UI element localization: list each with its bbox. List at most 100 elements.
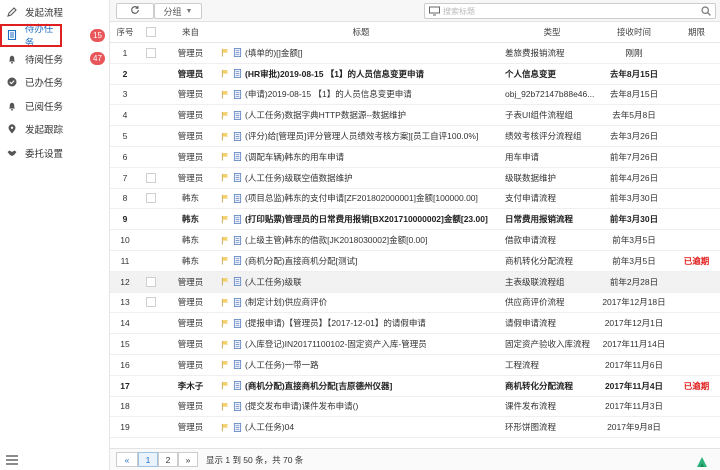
search-input[interactable] xyxy=(443,5,693,17)
row-title[interactable]: (填单的)[]金额[] xyxy=(243,47,503,59)
row-checkbox[interactable] xyxy=(146,422,156,433)
table-row[interactable]: 9 韩东 (打印贴票)管理员的日常费用报销[BX201710000002]金额[23… xyxy=(110,209,720,231)
row-checkbox[interactable] xyxy=(146,214,156,225)
flag-icon[interactable] xyxy=(219,402,231,411)
row-title[interactable]: (人工任务)级联 xyxy=(243,276,503,288)
row-select[interactable] xyxy=(140,131,162,142)
row-checkbox[interactable] xyxy=(146,68,156,79)
table-row[interactable]: 5 管理员 (评分)给[管理员]评分管理人员绩效考核方案][员工自评100.0%] 绩… xyxy=(110,126,720,147)
row-title[interactable]: (打印贴票)管理员的日常费用报销[BX201710000002]金额[23.00… xyxy=(243,213,503,225)
table-row[interactable]: 7 管理员 (人工任务)级联空值数据维护 级联数据维护 前年4月26日 xyxy=(110,168,720,189)
row-checkbox[interactable] xyxy=(146,297,156,308)
row-title[interactable]: (项目总监)韩东的支付申请[ZF201802000001]金额[100000.0… xyxy=(243,192,503,204)
row-title[interactable]: (上级主管)韩东的借款[JK2018030002]金额[0.00] xyxy=(243,234,503,246)
flag-icon[interactable] xyxy=(219,69,231,78)
select-all-checkbox[interactable] xyxy=(146,27,156,37)
row-checkbox[interactable] xyxy=(146,401,156,412)
row-select[interactable] xyxy=(140,193,162,204)
table-row[interactable]: 18 管理员 (提交发布申请)课件发布申请() 课件发布流程 2017年11月3日 xyxy=(110,397,720,418)
flag-icon[interactable] xyxy=(219,236,231,245)
row-title[interactable]: (人工任务)数据字典HTTP数据源--数据维护 xyxy=(243,109,503,121)
row-checkbox[interactable] xyxy=(146,318,156,329)
row-checkbox[interactable] xyxy=(146,47,156,58)
row-select[interactable] xyxy=(140,89,162,100)
row-select[interactable] xyxy=(140,401,162,412)
flag-icon[interactable] xyxy=(219,360,231,369)
table-row[interactable]: 15 管理员 (入库登记)IN20171100102-固定资产入库-管理员 固定资产验… xyxy=(110,334,720,355)
pager-page-2[interactable]: 2 xyxy=(158,452,178,467)
sidebar-item-1[interactable]: 待办任务 xyxy=(0,23,62,49)
row-select[interactable] xyxy=(140,68,162,79)
sidebar-item-4[interactable]: 已阅任务 xyxy=(0,94,109,118)
row-title[interactable]: (制定计划)供应商评价 xyxy=(243,296,503,308)
table-row[interactable]: 3 管理员 (申请)2019-08-15 【1】的人员信息变更申请 obj_92b72… xyxy=(110,85,720,106)
table-row[interactable]: 1 管理员 (填单的)[]金额[] 差旅费报销流程 刚刚 xyxy=(110,43,720,64)
row-select[interactable] xyxy=(140,380,162,391)
row-select[interactable] xyxy=(140,110,162,121)
flag-icon[interactable] xyxy=(219,111,231,120)
row-select[interactable] xyxy=(140,422,162,433)
row-title[interactable]: (申请)2019-08-15 【1】的人员信息变更申请 xyxy=(243,88,503,100)
row-title[interactable]: (HR审批)2019-08-15 【1】的人员信息变更申请 xyxy=(243,68,503,80)
row-title[interactable]: (商机分配)直接商机分配[测试] xyxy=(243,255,503,267)
row-checkbox[interactable] xyxy=(146,339,156,350)
flag-icon[interactable] xyxy=(219,152,231,161)
flag-icon[interactable] xyxy=(219,381,231,390)
sidebar-item-6[interactable]: 委托设置 xyxy=(0,141,109,165)
group-dropdown[interactable]: 分组 ▼ xyxy=(154,3,202,19)
row-checkbox[interactable] xyxy=(146,235,156,246)
row-checkbox[interactable] xyxy=(146,151,156,162)
flag-icon[interactable] xyxy=(219,298,231,307)
flag-icon[interactable] xyxy=(219,215,231,224)
flag-icon[interactable] xyxy=(219,90,231,99)
flag-icon[interactable] xyxy=(219,173,231,182)
row-select[interactable] xyxy=(140,172,162,183)
table-row[interactable]: 16 管理员 (人工任务)一带一路 工程流程 2017年11月6日 xyxy=(110,355,720,376)
row-select[interactable] xyxy=(140,359,162,370)
sidebar-item-3[interactable]: 已办任务 xyxy=(0,71,109,95)
table-row[interactable]: 8 韩东 (项目总监)韩东的支付申请[ZF201802000001]金额[10000… xyxy=(110,189,720,210)
row-checkbox[interactable] xyxy=(146,110,156,121)
table-row[interactable]: 19 管理员 (人工任务)04 环形饼图流程 2017年9月8日 xyxy=(110,417,720,439)
row-checkbox[interactable] xyxy=(146,131,156,142)
row-checkbox[interactable] xyxy=(146,276,156,287)
row-title[interactable]: (评分)给[管理员]评分管理人员绩效考核方案][员工自评100.0%] xyxy=(243,130,503,142)
row-title[interactable]: (入库登记)IN20171100102-固定资产入库-管理员 xyxy=(243,338,503,350)
flag-icon[interactable] xyxy=(219,48,231,57)
table-row[interactable]: 13 管理员 (制定计划)供应商评价 供应商评价流程 2017年12月18日 xyxy=(110,293,720,314)
search-icon[interactable] xyxy=(701,6,711,16)
menu-toggle-icon[interactable] xyxy=(6,455,18,465)
pager-next-button[interactable]: » xyxy=(178,452,198,467)
sidebar-item-5[interactable]: 发起跟踪 xyxy=(0,118,109,142)
sidebar-item-0[interactable]: 发起流程 xyxy=(0,0,109,24)
flag-icon[interactable] xyxy=(219,194,231,203)
row-select[interactable] xyxy=(140,235,162,246)
row-select[interactable] xyxy=(140,297,162,308)
flag-icon[interactable] xyxy=(219,132,231,141)
row-title[interactable]: (商机分配)直接商机分配[吉原德州仪器] xyxy=(243,380,503,392)
row-title[interactable]: (提交发布申请)课件发布申请() xyxy=(243,400,503,412)
row-checkbox[interactable] xyxy=(146,380,156,391)
table-row[interactable]: 2 管理员 (HR审批)2019-08-15 【1】的人员信息变更申请 个人信息变更 去… xyxy=(110,64,720,85)
row-checkbox[interactable] xyxy=(146,172,156,183)
flag-icon[interactable] xyxy=(219,277,231,286)
flag-icon[interactable] xyxy=(219,340,231,349)
table-row[interactable]: 4 管理员 (人工任务)数据字典HTTP数据源--数据维护 子表UI组件流程组 去年5月… xyxy=(110,105,720,127)
pager-prev-button[interactable]: « xyxy=(116,452,138,467)
flag-icon[interactable] xyxy=(219,319,231,328)
flag-icon[interactable] xyxy=(219,256,231,265)
row-checkbox[interactable] xyxy=(146,89,156,100)
table-row[interactable]: 10 韩东 (上级主管)韩东的借款[JK2018030002]金额[0.00] 借款申… xyxy=(110,230,720,251)
row-checkbox[interactable] xyxy=(146,193,156,204)
row-select[interactable] xyxy=(140,318,162,329)
row-select[interactable] xyxy=(140,151,162,162)
table-row[interactable]: 6 管理员 (调配车辆)韩东的用车申请 用车申请 前年7月26日 xyxy=(110,147,720,168)
header-select-all[interactable] xyxy=(140,27,162,37)
row-checkbox[interactable] xyxy=(146,359,156,370)
row-checkbox[interactable] xyxy=(146,255,156,266)
row-select[interactable] xyxy=(140,276,162,287)
refresh-button[interactable] xyxy=(116,3,154,19)
table-row[interactable]: 11 韩东 (商机分配)直接商机分配[测试] 商机转化分配流程 前年3月5日 已逾期 xyxy=(110,251,720,272)
flag-icon[interactable] xyxy=(219,423,231,432)
row-title[interactable]: (人工任务)一带一路 xyxy=(243,359,503,371)
